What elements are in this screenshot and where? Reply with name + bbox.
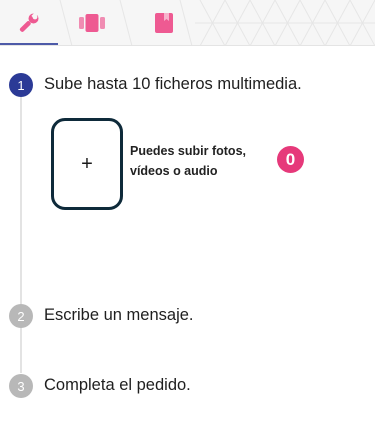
book-icon [155, 13, 173, 33]
add-media-button[interactable]: + [51, 118, 123, 210]
media-gallery-icon [79, 14, 105, 32]
step-3-title[interactable]: Completa el pedido. [44, 376, 191, 395]
wrench-icon [19, 12, 39, 32]
plus-icon: + [81, 153, 93, 175]
tab-media[interactable] [66, 0, 118, 45]
step-connector [20, 97, 22, 304]
upload-hint-line-1: Puedes subir fotos, [130, 144, 246, 158]
step-1-title: Sube hasta 10 ficheros multimedia. [44, 75, 302, 93]
tab-tools[interactable] [0, 0, 58, 45]
tab-bar [0, 0, 375, 46]
step-2-title[interactable]: Escribe un mensaje. [44, 306, 194, 325]
step-connector [20, 327, 22, 373]
step-1-number: 1 [9, 73, 33, 97]
upload-hint-line-2: vídeos o audio [130, 164, 218, 178]
tab-book[interactable] [138, 0, 190, 45]
active-tab-indicator [0, 43, 58, 45]
upload-hint: Puedes subir fotos, vídeos o audio [130, 141, 270, 181]
step-2-number: 2 [9, 304, 33, 328]
step-3-number: 3 [9, 374, 33, 398]
media-count-badge: 0 [277, 146, 304, 173]
